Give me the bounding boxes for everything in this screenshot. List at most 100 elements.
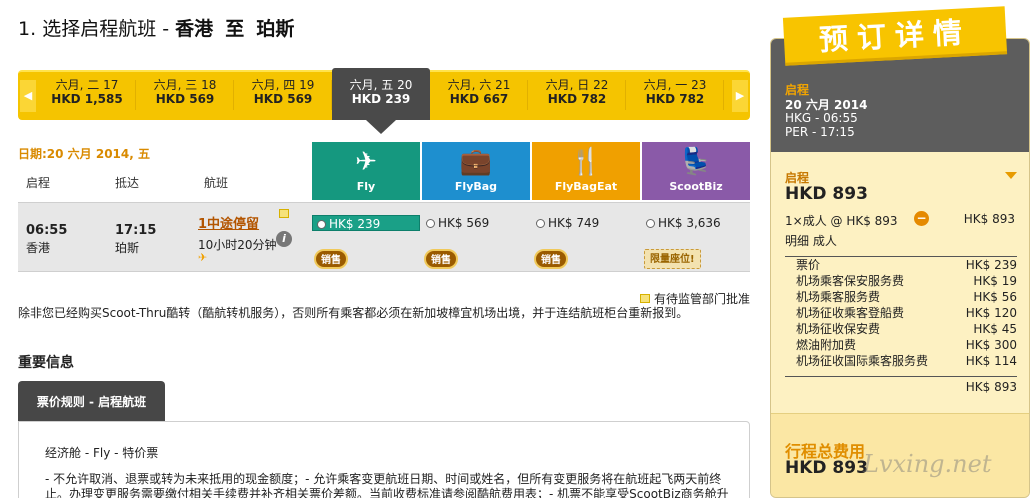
fee-name: 机场征收保安费 (796, 322, 881, 336)
fee-total: HK$ 893 (785, 376, 1017, 394)
date-option[interactable]: 六月, 四 19 HKD 569 (234, 78, 332, 110)
collapse-caret-icon[interactable] (1005, 172, 1017, 179)
fee-value: HK$ 239 (965, 258, 1017, 272)
date-label: 六月, 三 18 (153, 78, 217, 92)
carousel-prev-arrow-icon[interactable]: ◀ (20, 80, 36, 112)
dep-time: 06:55 (26, 223, 68, 238)
fare-price: HK$ 569 (438, 216, 490, 230)
date-option[interactable]: 六月, 三 18 HKD 569 (136, 78, 234, 110)
arr-city: 珀斯 (115, 241, 140, 255)
fee-row: 票价 HK$ 239 (785, 257, 1017, 273)
flight-row: 06:55 香港 17:15 珀斯 1中途停留 10小时20分钟 ✈ i HK$… (18, 202, 750, 272)
fare-type-label: ScootBiz (669, 180, 723, 193)
fare-rules-text: - 不允许取消、退票或转为未来抵用的现金额度；- 允许乘客变更航班日期、时间或姓… (45, 472, 729, 498)
date-option[interactable]: 六月, 日 22 HKD 782 (528, 78, 626, 110)
fare-price: HK$ 239 (329, 217, 381, 231)
date-label: 六月, 四 19 (251, 78, 315, 92)
fee-name: 燃油附加费 (796, 338, 857, 352)
date-label: 六月, 一 23 (643, 78, 707, 92)
fare-option[interactable]: HK$ 749 (532, 215, 640, 231)
fee-row: 机场征收保安费 HK$ 45 (785, 321, 1017, 337)
luggage-icon: 💼 (459, 147, 493, 177)
date-option[interactable]: 六月, 五 20 HKD 239 (332, 68, 430, 134)
radio-button[interactable] (317, 220, 326, 229)
seat-icon: 💺 (679, 147, 713, 177)
fare-option[interactable]: HK$ 569 (422, 215, 530, 231)
fee-name: 机场乘客保安服务费 (796, 274, 905, 288)
date-label: 六月, 二 17 (55, 78, 119, 92)
fare-rules-tab[interactable]: 票价规则 - 启程航班 (18, 381, 165, 421)
date-carousel: ◀ ▶ 六月, 二 17 HKD 1,585 六月, 三 18 HKD 569 六月, … (18, 68, 750, 134)
selected-date: 日期:20 六月 2014, 五 (18, 147, 150, 161)
fare-type-label: Fly (356, 180, 376, 193)
stops-link[interactable]: 1中途停留 (198, 213, 259, 232)
col-depart: 启程 (26, 176, 51, 190)
date-option[interactable]: 六月, 二 17 HKD 1,585 (38, 78, 136, 110)
fare-option[interactable]: HK$ 3,636 (642, 215, 750, 231)
minus-icon[interactable]: − (914, 211, 929, 226)
dep-city: 香港 (26, 241, 51, 255)
date-option[interactable]: 六月, 六 21 HKD 667 (430, 78, 528, 110)
date-divider (723, 80, 724, 110)
fee-value: HK$ 45 (973, 322, 1017, 336)
page-title: 1. 选择启程航班 - 香港 至 珀斯 (18, 14, 294, 41)
watermark: Lvxing.net (863, 450, 992, 478)
fee-name: 机场征收国际乘客服务费 (796, 354, 929, 368)
fare-type-tab[interactable]: 🍴 FlyBagEat (532, 142, 640, 200)
passenger-price: HK$ 893 (963, 212, 1015, 226)
transfer-notice: 除非您已经购买Scoot-Thru酷转（酷航转机服务），否则所有乘客都必须在新加… (18, 306, 689, 320)
date-price: HKD 667 (449, 92, 509, 106)
summary-dep-line: HKG - 06:55 (785, 111, 858, 125)
flight-duration: 10小时20分钟 (198, 238, 277, 252)
radio-button[interactable] (646, 219, 655, 228)
fare-option[interactable]: HK$ 239 (312, 215, 420, 231)
breakdown-price: HKD 893 (785, 184, 868, 204)
fare-price: HK$ 3,636 (658, 216, 721, 230)
fee-value: HK$ 56 (973, 290, 1017, 304)
fare-type-label: FlyBag (454, 180, 498, 193)
fare-type-tab[interactable]: 💺 ScootBiz (642, 142, 750, 200)
airplane-icon: ✈ (355, 147, 377, 177)
fee-value: HK$ 114 (965, 354, 1017, 368)
date-label: 六月, 日 22 (545, 78, 609, 92)
fare-type-tab[interactable]: 💼 FlyBag (422, 142, 530, 200)
info-icon[interactable]: i (276, 231, 292, 247)
sale-badge: 销售 (314, 249, 348, 269)
fee-value: HK$ 300 (965, 338, 1017, 352)
sale-badge: 销售 (424, 249, 458, 269)
col-flight: 航班 (204, 176, 229, 190)
date-price: HKD 782 (645, 92, 705, 106)
fee-value: HK$ 19 (973, 274, 1017, 288)
note-square-icon (639, 294, 650, 303)
selected-pointer (366, 120, 396, 134)
trip-total-box: 行程总费用 HKD 893 Lvxing.net (771, 413, 1029, 497)
fee-row: 机场征收乘客登船费 HK$ 120 (785, 305, 1017, 321)
date-price: HKD 569 (155, 92, 215, 106)
date-option[interactable]: 六月, 一 23 HKD 782 (626, 78, 724, 110)
sale-badge: 限量座位! (644, 249, 701, 269)
carousel-next-arrow-icon[interactable]: ▶ (732, 80, 748, 112)
radio-button[interactable] (426, 219, 435, 228)
passenger-line: 1×成人 @ HK$ 893 (785, 214, 898, 228)
fee-value: HK$ 120 (965, 306, 1017, 320)
date-label: 六月, 六 21 (447, 78, 511, 92)
airplane-icon: ✈ (198, 251, 208, 264)
meal-icon: 🍴 (569, 147, 603, 177)
date-price: HKD 782 (547, 92, 607, 106)
route-connector: 至 (225, 18, 245, 40)
date-price: HKD 239 (351, 92, 411, 106)
step-number: 1. (18, 18, 37, 40)
fare-class-line: 经济舱 - Fly - 特价票 (45, 446, 159, 460)
fee-row: 机场乘客保安服务费 HK$ 19 (785, 273, 1017, 289)
fee-name: 票价 (796, 258, 821, 272)
regulatory-note-icon (279, 209, 289, 218)
summary-arr-line: PER - 17:15 (785, 125, 855, 139)
trip-total-price: HKD 893 (785, 458, 868, 478)
arr-time: 17:15 (115, 223, 157, 238)
fare-price: HK$ 749 (548, 216, 600, 230)
step-label: 选择启程航班 - (42, 18, 170, 40)
fare-type-tab[interactable]: ✈ Fly (312, 142, 420, 200)
fee-row: 机场征收国际乘客服务费 HK$ 114 (785, 353, 1017, 369)
radio-button[interactable] (536, 219, 545, 228)
origin-city: 香港 (175, 18, 214, 40)
